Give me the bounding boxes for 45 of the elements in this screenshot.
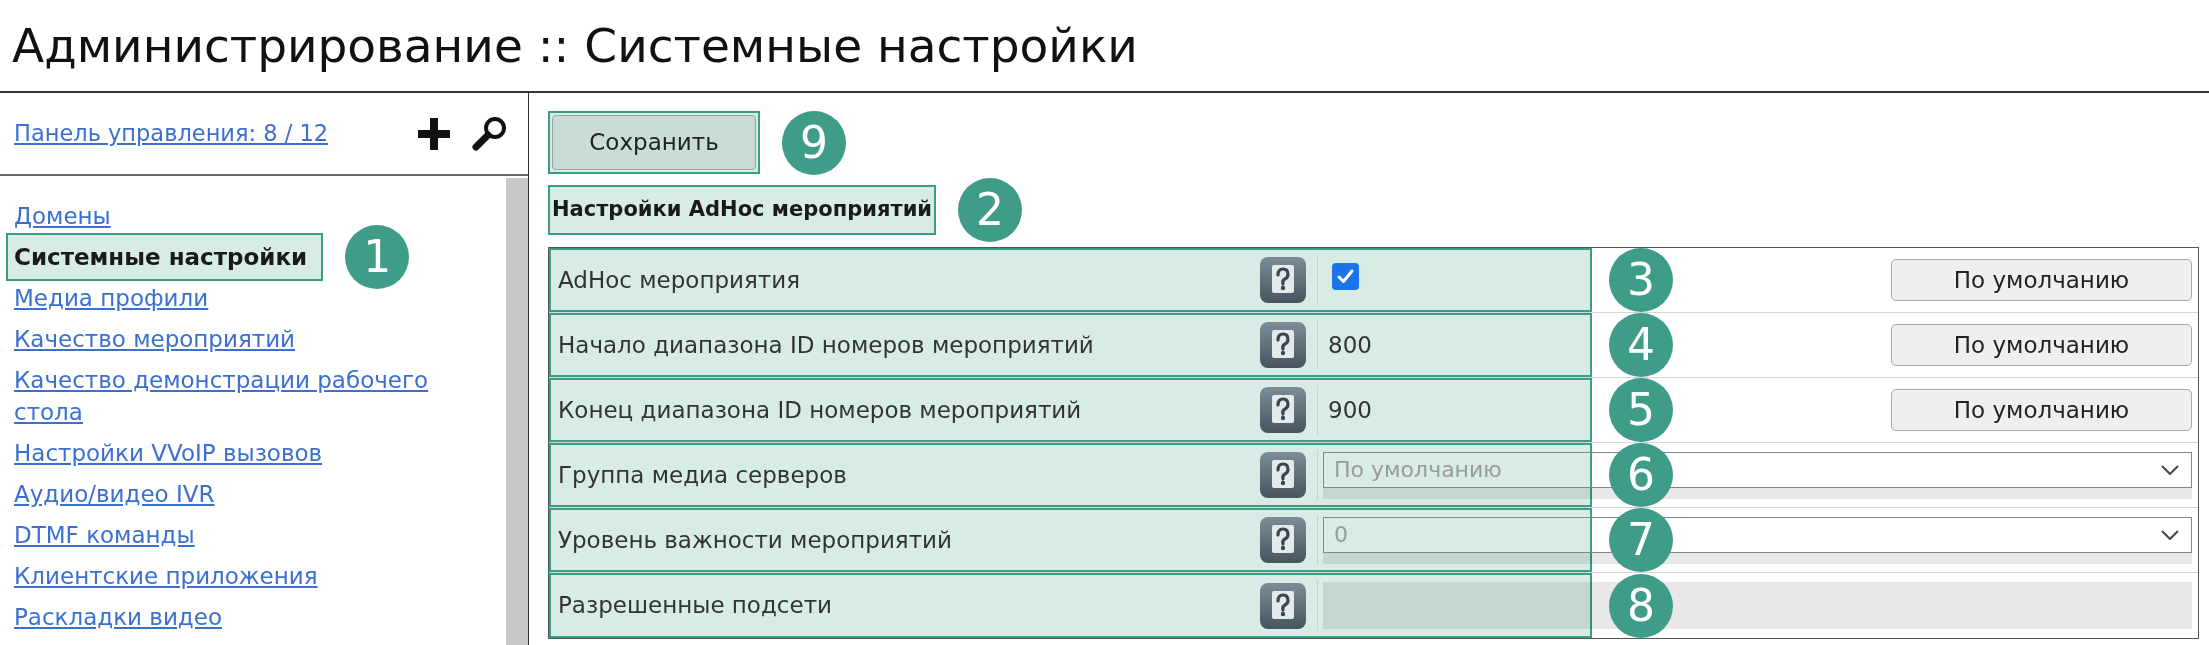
setting-label: Группа медиа серверов (557, 460, 848, 490)
number-badge: 5 (1609, 378, 1673, 442)
help-icon[interactable] (1260, 322, 1306, 368)
save-button[interactable]: Сохранить (552, 115, 756, 170)
sidebar-item[interactable]: Качество мероприятий (14, 323, 296, 355)
number-badge: 1 (345, 225, 410, 289)
value-text: 800 (1327, 330, 1372, 360)
search-icon[interactable] (472, 116, 507, 151)
sidebar-item[interactable]: Клиентские приложения (14, 560, 318, 592)
help-icon[interactable] (1260, 257, 1306, 303)
sidebar-item[interactable]: Системные настройки (6, 233, 324, 281)
number-badge: 8 (1609, 573, 1673, 638)
setting-label: Разрешенные подсети (557, 591, 833, 621)
plus-icon[interactable] (418, 117, 450, 150)
default-button[interactable]: По умолчанию (1891, 324, 2192, 366)
default-button[interactable]: По умолчанию (1891, 259, 2192, 301)
help-icon[interactable] (1260, 452, 1306, 498)
number-badge: 2 (958, 178, 1023, 242)
sidebar-item[interactable]: Медиа профили (14, 282, 209, 314)
checkbox[interactable] (1332, 262, 1359, 290)
number-badge: 9 (782, 110, 846, 175)
number-badge: 4 (1609, 313, 1673, 377)
sidebar-item[interactable]: Настройки VVoIP вызовов (14, 437, 323, 469)
setting-label: AdHoc мероприятия (557, 265, 802, 295)
dashboard-link[interactable]: Панель управления: 8 / 12 (14, 116, 329, 151)
section-title: Настройки AdHoc мероприятий (548, 185, 937, 235)
sidebar-item[interactable]: Домены (14, 200, 111, 232)
number-badge: 3 (1609, 248, 1673, 312)
sidebar-item[interactable]: Аудио/видео IVR (14, 478, 215, 510)
chevron-icon (2161, 464, 2179, 475)
number-badge: 7 (1609, 508, 1673, 572)
help-icon[interactable] (1260, 387, 1306, 433)
default-button[interactable]: По умолчанию (1891, 389, 2192, 431)
value-text: 900 (1327, 395, 1372, 425)
sidebar-item[interactable]: Качество демонстрации рабочего стола (14, 364, 459, 428)
scrollbar[interactable] (506, 178, 528, 645)
help-icon[interactable] (1260, 582, 1306, 629)
help-icon[interactable] (1260, 517, 1306, 563)
number-badge: 6 (1609, 443, 1673, 507)
chevron-icon (2161, 529, 2179, 540)
sidebar-item[interactable]: Раскладки видео (14, 601, 222, 633)
setting-label: Уровень важности мероприятий (557, 525, 953, 555)
sidebar-item[interactable]: DTMF команды (14, 519, 195, 551)
setting-label: Начало диапазона ID номеров мероприятий (557, 330, 1095, 360)
setting-label: Конец диапазона ID номеров мероприятий (557, 395, 1083, 425)
